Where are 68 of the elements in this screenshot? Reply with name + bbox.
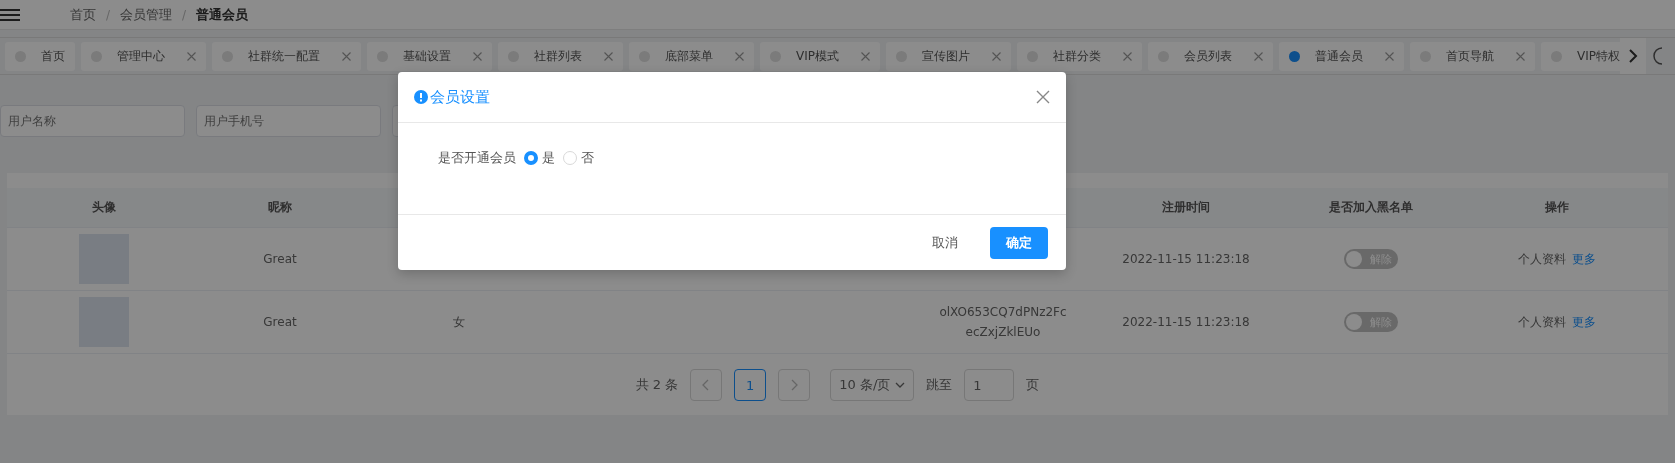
- menu-icon[interactable]: [0, 8, 20, 21]
- breadcrumb-item[interactable]: 会员管理: [120, 5, 173, 24]
- breadcrumb-separator: /: [182, 7, 187, 22]
- action-link[interactable]: 个人资料: [1518, 250, 1566, 268]
- action-link[interactable]: 更多: [1572, 250, 1596, 268]
- page-tab[interactable]: 首页: [5, 41, 75, 71]
- close-icon[interactable]: [735, 51, 744, 61]
- breadcrumb-item: 普通会员: [196, 5, 249, 24]
- column-header: 头像: [92, 199, 116, 216]
- table-cell: 2022-11-15 11:23:18: [1122, 315, 1250, 329]
- dialog-title: 会员设置: [430, 87, 491, 107]
- page-tab[interactable]: 基础设置: [367, 41, 492, 71]
- confirm-button[interactable]: 确定: [990, 226, 1048, 259]
- close-icon[interactable]: [1254, 51, 1263, 61]
- chevron-left-icon: [702, 379, 711, 391]
- chevron-right-icon: [1628, 49, 1638, 63]
- table-cell: Great: [263, 315, 297, 329]
- jump-page-field[interactable]: 1: [964, 369, 1015, 401]
- column-header: 注册时间: [1162, 199, 1210, 216]
- radio-option[interactable]: 是: [524, 149, 555, 167]
- close-icon[interactable]: [1385, 51, 1394, 61]
- column-header: 是否加入黑名单: [1329, 199, 1413, 216]
- prev-page-button[interactable]: [690, 369, 723, 401]
- page-tab[interactable]: 管理中心: [81, 41, 206, 71]
- page-tab[interactable]: VIP模式: [760, 41, 880, 71]
- table-cell-text: ecZxjZklEUo: [964, 324, 1042, 341]
- page-tab[interactable]: 首页导航: [1410, 41, 1535, 71]
- page-tab[interactable]: 社群统一配置: [212, 41, 361, 71]
- close-icon[interactable]: [342, 51, 351, 61]
- caret-down-icon: [895, 382, 906, 388]
- close-icon[interactable]: [1036, 90, 1050, 104]
- table-cell: 女: [453, 313, 465, 331]
- page-tab[interactable]: 底部菜单: [629, 41, 754, 71]
- close-icon[interactable]: [473, 51, 482, 61]
- table-cell: Great: [263, 252, 297, 266]
- radio-option[interactable]: 否: [563, 149, 594, 167]
- chevron-right-icon: [790, 379, 799, 391]
- close-icon[interactable]: [992, 51, 1001, 61]
- search-field[interactable]: 用户手机号: [196, 105, 381, 137]
- next-page-button[interactable]: [778, 369, 811, 401]
- column-header: 操作: [1545, 199, 1569, 216]
- page-tab[interactable]: 社群分类: [1017, 41, 1142, 71]
- close-icon[interactable]: [1123, 51, 1132, 61]
- close-icon[interactable]: [1516, 51, 1525, 61]
- scroll-right-button[interactable]: [1620, 38, 1646, 74]
- breadcrumb-separator: /: [106, 7, 111, 22]
- field-label: 是否开通会员: [438, 149, 516, 167]
- page-size-select[interactable]: 10 条/页: [830, 369, 915, 401]
- page-tab[interactable]: 宣传图片: [886, 41, 1011, 71]
- page-tab[interactable]: 社群列表: [498, 41, 623, 71]
- page-unit-label: 页: [1026, 376, 1040, 394]
- page-tab[interactable]: 会员列表: [1148, 41, 1273, 71]
- breadcrumb-item[interactable]: 首页: [70, 5, 96, 24]
- total-count: 共 2 条: [635, 376, 679, 394]
- action-link[interactable]: 个人资料: [1518, 313, 1566, 331]
- search-field[interactable]: 用户名称: [0, 105, 185, 137]
- jump-label: 跳至: [926, 376, 953, 394]
- page-tab[interactable]: VIP特权: [1541, 41, 1620, 71]
- action-link[interactable]: 更多: [1572, 313, 1596, 331]
- page-tab[interactable]: 普通会员: [1279, 41, 1404, 71]
- close-icon[interactable]: [861, 51, 870, 61]
- info-icon: [414, 90, 428, 104]
- table-cell-text: olXO653CQ7dPNz2Fc: [939, 304, 1067, 321]
- page-number[interactable]: 1: [734, 369, 767, 401]
- column-header: 昵称: [268, 199, 292, 216]
- table-cell: 2022-11-15 11:23:18: [1122, 252, 1250, 266]
- close-icon[interactable]: [604, 51, 613, 61]
- close-icon[interactable]: [187, 51, 196, 61]
